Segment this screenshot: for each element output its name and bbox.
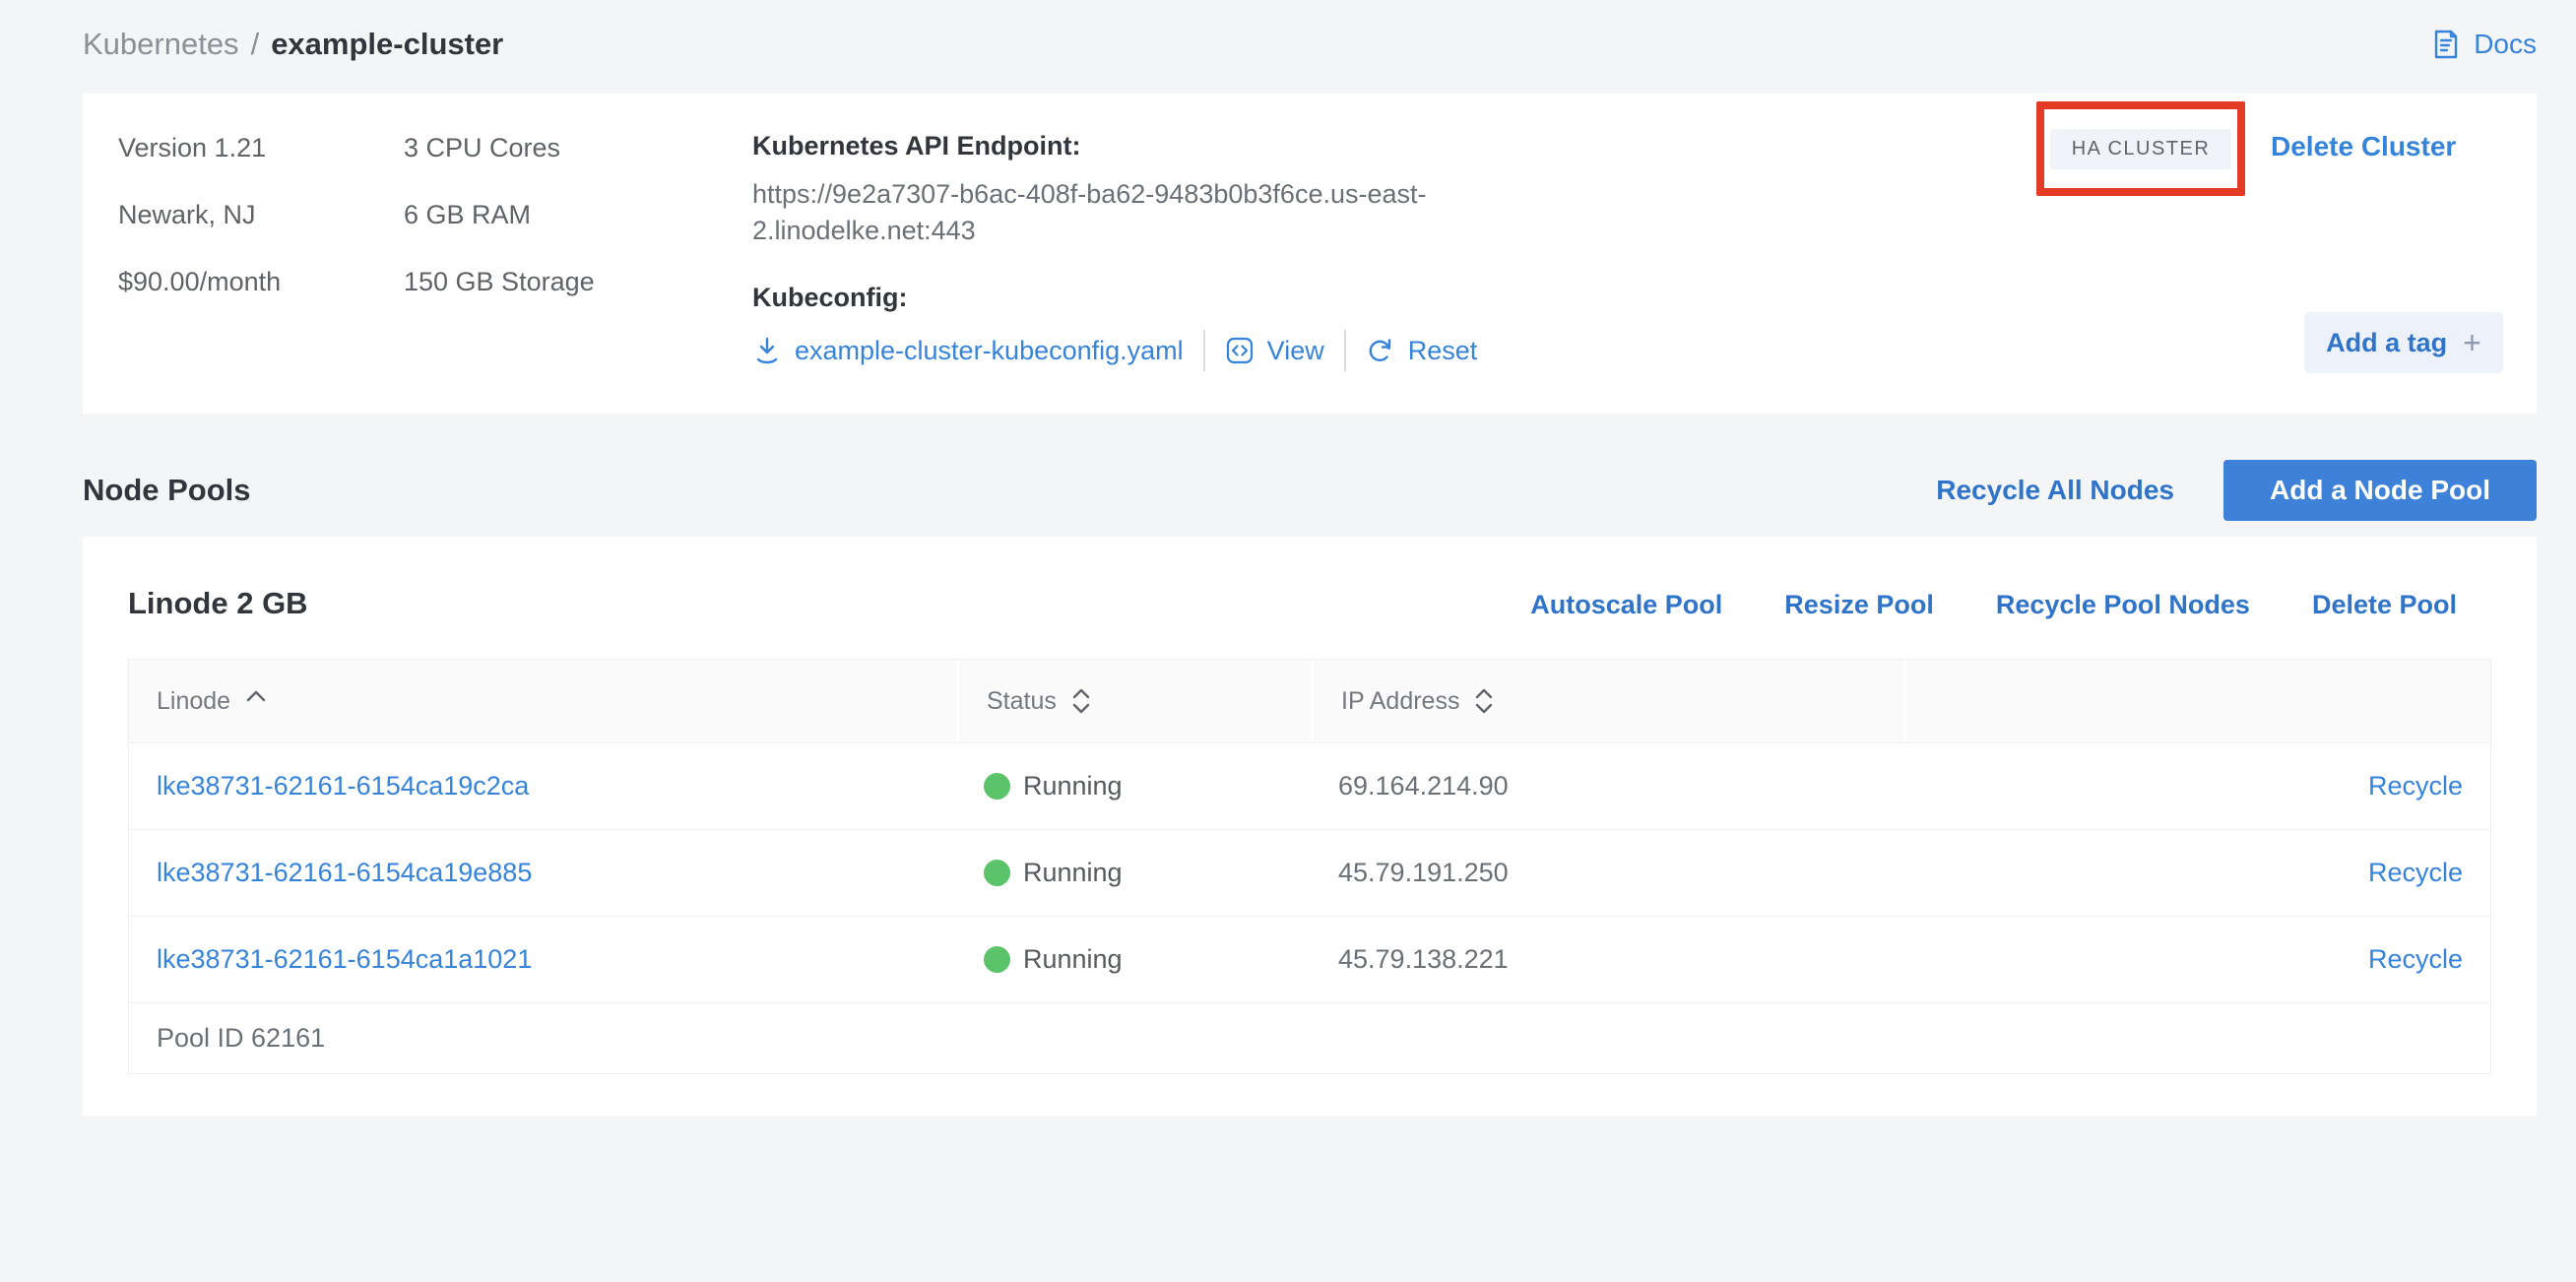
breadcrumb-cluster-name: example-cluster bbox=[271, 27, 503, 62]
kubeconfig-actions-row: example-cluster-kubeconfig.yaml View bbox=[752, 330, 1486, 371]
api-endpoint-url: https://9e2a7307-b6ac-408f-ba62-9483b0b3… bbox=[752, 176, 1486, 249]
column-header-status[interactable]: Status bbox=[956, 660, 1311, 742]
node-link[interactable]: lke38731-62161-6154ca19c2ca bbox=[157, 771, 529, 801]
table-row: lke38731-62161-6154ca19c2ca Running 69.1… bbox=[129, 742, 2490, 829]
column-header-ip-address[interactable]: IP Address bbox=[1311, 660, 1903, 742]
code-view-icon bbox=[1225, 336, 1255, 365]
node-status: Running bbox=[956, 944, 1311, 975]
top-bar: Kubernetes / example-cluster Docs bbox=[83, 16, 2537, 73]
column-label: Status bbox=[987, 687, 1057, 716]
cluster-storage: 150 GB Storage bbox=[404, 267, 595, 334]
docs-label: Docs bbox=[2474, 29, 2537, 60]
reset-label: Reset bbox=[1408, 336, 1478, 366]
annotation-highlight-box: HA CLUSTER bbox=[2036, 101, 2245, 196]
pool-id-footer: Pool ID 62161 bbox=[129, 1002, 2490, 1073]
breadcrumb-separator: / bbox=[251, 27, 260, 62]
cluster-version: Version 1.21 bbox=[118, 133, 281, 200]
kubeconfig-view-link[interactable]: View bbox=[1225, 336, 1324, 366]
status-label: Running bbox=[1023, 771, 1123, 801]
recycle-pool-nodes-button[interactable]: Recycle Pool Nodes bbox=[1996, 590, 2250, 620]
divider bbox=[1344, 330, 1346, 371]
breadcrumb-kubernetes-link[interactable]: Kubernetes bbox=[83, 27, 239, 62]
node-link[interactable]: lke38731-62161-6154ca1a1021 bbox=[157, 944, 532, 975]
docs-icon bbox=[2430, 29, 2462, 60]
node-ip: 69.164.214.90 bbox=[1311, 771, 1903, 801]
nodes-table: Linode Status IP Address lke38731-62161-… bbox=[128, 659, 2491, 1074]
sort-both-icon bbox=[1070, 685, 1092, 717]
node-link[interactable]: lke38731-62161-6154ca19e885 bbox=[157, 858, 532, 888]
divider bbox=[1203, 330, 1205, 371]
cluster-specs-column-1: Version 1.21 Newark, NJ $90.00/month bbox=[118, 133, 281, 334]
autoscale-pool-button[interactable]: Autoscale Pool bbox=[1530, 590, 1722, 620]
kubeconfig-download-link[interactable]: example-cluster-kubeconfig.yaml bbox=[752, 336, 1184, 366]
download-icon bbox=[752, 336, 782, 365]
cluster-price: $90.00/month bbox=[118, 267, 281, 334]
delete-cluster-button[interactable]: Delete Cluster bbox=[2271, 131, 2456, 162]
column-header-linode[interactable]: Linode bbox=[129, 660, 956, 742]
api-endpoint-block: Kubernetes API Endpoint: https://9e2a730… bbox=[752, 129, 1486, 371]
status-running-dot bbox=[984, 860, 1010, 886]
cluster-specs-column-2: 3 CPU Cores 6 GB RAM 150 GB Storage bbox=[404, 133, 595, 334]
status-label: Running bbox=[1023, 944, 1123, 975]
recycle-all-nodes-button[interactable]: Recycle All Nodes bbox=[1936, 475, 2174, 506]
add-node-pool-button[interactable]: Add a Node Pool bbox=[2223, 460, 2537, 521]
table-header-row: Linode Status IP Address bbox=[129, 660, 2490, 742]
status-running-dot bbox=[984, 946, 1010, 973]
recycle-node-button[interactable]: Recycle bbox=[2368, 771, 2463, 801]
recycle-node-button[interactable]: Recycle bbox=[2368, 858, 2463, 888]
node-status: Running bbox=[956, 858, 1311, 888]
status-label: Running bbox=[1023, 858, 1123, 888]
add-tag-label: Add a tag bbox=[2326, 328, 2447, 358]
sort-ascending-icon bbox=[244, 689, 268, 703]
cluster-region: Newark, NJ bbox=[118, 200, 281, 267]
pool-header: Linode 2 GB Autoscale Pool Resize Pool R… bbox=[83, 537, 2537, 621]
table-row: lke38731-62161-6154ca1a1021 Running 45.7… bbox=[129, 916, 2490, 1002]
api-endpoint-label: Kubernetes API Endpoint: bbox=[752, 129, 1486, 162]
cluster-cpu: 3 CPU Cores bbox=[404, 133, 595, 200]
docs-link[interactable]: Docs bbox=[2430, 29, 2537, 60]
breadcrumb: Kubernetes / example-cluster bbox=[83, 27, 503, 62]
delete-pool-button[interactable]: Delete Pool bbox=[2312, 590, 2457, 620]
pool-name: Linode 2 GB bbox=[128, 586, 308, 621]
table-row: lke38731-62161-6154ca19e885 Running 45.7… bbox=[129, 829, 2490, 916]
cluster-ram: 6 GB RAM bbox=[404, 200, 595, 267]
column-label: IP Address bbox=[1341, 687, 1459, 716]
kubeconfig-label: Kubeconfig: bbox=[752, 281, 1486, 314]
node-status: Running bbox=[956, 771, 1311, 801]
node-pools-title: Node Pools bbox=[83, 473, 251, 508]
kubeconfig-file-name: example-cluster-kubeconfig.yaml bbox=[795, 336, 1184, 366]
status-running-dot bbox=[984, 773, 1010, 800]
node-pools-header: Node Pools Recycle All Nodes Add a Node … bbox=[83, 460, 2537, 521]
sort-both-icon bbox=[1473, 685, 1495, 717]
recycle-node-button[interactable]: Recycle bbox=[2368, 944, 2463, 975]
node-ip: 45.79.191.250 bbox=[1311, 858, 1903, 888]
column-label: Linode bbox=[157, 687, 230, 716]
kubeconfig-reset-link[interactable]: Reset bbox=[1366, 336, 1478, 366]
ha-cluster-chip: HA CLUSTER bbox=[2050, 129, 2232, 169]
node-ip: 45.79.138.221 bbox=[1311, 944, 1903, 975]
cluster-summary-card: Version 1.21 Newark, NJ $90.00/month 3 C… bbox=[83, 94, 2537, 414]
resize-pool-button[interactable]: Resize Pool bbox=[1784, 590, 1934, 620]
plus-icon: + bbox=[2463, 327, 2481, 358]
add-tag-button[interactable]: Add a tag + bbox=[2304, 312, 2503, 373]
reset-icon bbox=[1366, 336, 1395, 365]
node-pool-card: Linode 2 GB Autoscale Pool Resize Pool R… bbox=[83, 537, 2537, 1116]
view-label: View bbox=[1267, 336, 1324, 366]
column-header-actions bbox=[1903, 660, 2490, 742]
